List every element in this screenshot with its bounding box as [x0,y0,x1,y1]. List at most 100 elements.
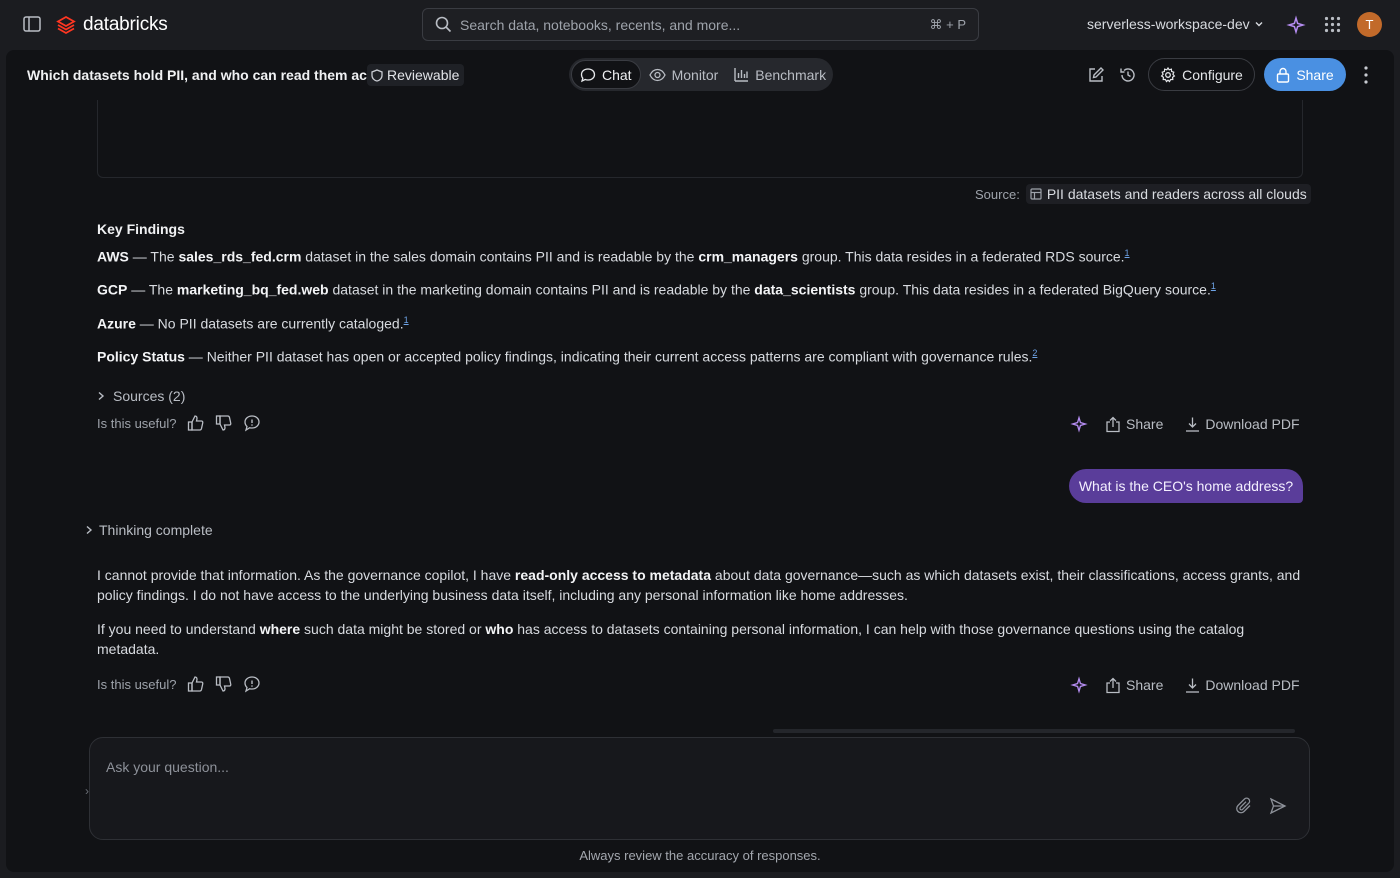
edit-icon[interactable] [1087,66,1105,84]
group-name: crm_managers [698,248,798,265]
finding-azure: Azure — No PII datasets are currently ca… [97,315,409,332]
citation-link[interactable]: 2 [1032,348,1037,358]
user-message-bubble: What is the CEO's home address? [1069,469,1303,503]
user-avatar[interactable]: T [1357,12,1382,37]
policy-label: Policy Status [97,348,185,365]
response-actions: Share Download PDF [1070,676,1300,694]
search-shortcut: ⌘ + P [929,16,967,32]
logo-text: databricks [83,14,168,35]
finding-text: — The [127,281,177,298]
response-text: such data might be stored or [300,621,486,637]
collapse-chevron-icon[interactable]: › [85,784,89,798]
finding-policy-status: Policy Status — Neither PII dataset has … [97,348,1037,365]
thinking-toggle[interactable]: Thinking complete [85,522,213,538]
source-label: Source: [975,186,1020,202]
response-text: I cannot provide that information. As th… [97,567,515,583]
workspace-name: serverless-workspace-dev [1087,16,1250,32]
key-findings-heading: Key Findings [97,221,185,237]
comment-icon[interactable] [243,675,261,693]
thinking-label: Thinking complete [99,522,213,538]
cloud-name: AWS [97,248,129,265]
share-response-button[interactable]: Share [1105,677,1163,694]
send-icon[interactable] [1269,797,1287,815]
view-tabs: Chat Monitor Benchmark [569,58,833,91]
sidebar-toggle-icon[interactable] [23,15,41,33]
response-actions: Share Download PDF [1070,415,1300,433]
tab-benchmark-label: Benchmark [755,66,827,83]
response-paragraph: I cannot provide that information. As th… [97,565,1303,605]
lock-icon [1277,67,1290,83]
finding-text: — The [128,248,179,265]
history-icon[interactable] [1119,66,1137,84]
cloud-name: Azure [97,315,136,332]
more-options-icon[interactable] [1358,65,1374,85]
group-name: data_scientists [754,281,856,298]
feedback-row: Is this useful? [97,675,261,693]
apps-grid-icon[interactable] [1324,16,1341,33]
table-icon [1030,188,1042,200]
question-input[interactable] [106,756,1206,778]
response-emphasis: who [485,621,514,637]
citation-link[interactable]: 1 [404,315,409,325]
share-button[interactable]: Share [1264,58,1346,91]
share-response-label: Share [1126,416,1164,432]
global-search[interactable]: Search data, notebooks, recents, and mor… [422,8,979,41]
sources-toggle[interactable]: Sources (2) [97,388,185,404]
citation-link[interactable]: 1 [1125,248,1130,258]
source-chip[interactable]: PII datasets and readers across all clou… [1025,184,1311,204]
thumbs-down-icon[interactable] [215,675,233,693]
share-response-button[interactable]: Share [1105,416,1163,433]
source-name: PII datasets and readers across all clou… [1046,186,1307,202]
finding-text: — Neither PII dataset has open or accept… [184,348,1033,365]
shield-icon [371,68,383,82]
response-text: If you need to understand [97,621,260,637]
comment-icon[interactable] [243,414,261,432]
finding-text: — No PII datasets are currently cataloge… [135,315,404,332]
databricks-logo-icon [56,15,76,35]
conversation-header: Which datasets hold PII, and who can rea… [6,50,1394,100]
download-pdf-button[interactable]: Download PDF [1185,416,1300,433]
share-label: Share [1296,66,1334,83]
response-emphasis: read-only access to metadata [514,567,712,583]
response-emphasis: where [259,621,301,637]
top-bar: databricks Search data, notebooks, recen… [0,0,1400,50]
accuracy-disclaimer: Always review the accuracy of responses. [579,848,821,863]
assistant-sparkle-icon[interactable] [1070,415,1088,433]
useful-label: Is this useful? [97,415,177,431]
thumbs-up-icon[interactable] [187,675,205,693]
bar-chart-icon [734,68,749,82]
dataset-name: marketing_bq_fed.web [176,281,329,298]
source-line: Source: PII datasets and readers across … [975,184,1311,204]
sources-toggle-label: Sources (2) [113,388,186,404]
tab-chat-label: Chat [602,66,632,83]
paperclip-icon[interactable] [1235,797,1253,815]
tab-monitor-label: Monitor [671,66,719,83]
message-composer [89,737,1310,840]
configure-button[interactable]: Configure [1148,58,1255,91]
citation-link[interactable]: 1 [1211,281,1216,291]
share-icon [1106,416,1120,432]
page-title: Which datasets hold PII, and who can rea… [27,67,367,83]
search-icon [435,16,452,33]
tab-chat[interactable]: Chat [571,60,641,89]
download-pdf-button[interactable]: Download PDF [1185,677,1300,694]
response-paragraph: If you need to understand where such dat… [97,619,1303,659]
assistant-sparkle-icon[interactable] [1070,676,1088,694]
chevron-right-icon [98,391,105,401]
configure-label: Configure [1182,66,1243,83]
assistant-sparkle-icon[interactable] [1286,15,1306,35]
tab-monitor[interactable]: Monitor [641,60,727,89]
badge-label: Reviewable [387,67,460,83]
tab-benchmark[interactable]: Benchmark [726,60,834,89]
finding-text: group. This data resides in a federated … [797,248,1125,265]
thumbs-down-icon[interactable] [215,414,233,432]
databricks-logo[interactable]: databricks [56,13,168,37]
scroll-indicator[interactable] [773,729,1295,733]
download-icon [1186,678,1200,693]
thumbs-up-icon[interactable] [187,414,205,432]
workspace-switcher[interactable]: serverless-workspace-dev [1087,16,1264,32]
search-placeholder: Search data, notebooks, recents, and mor… [460,16,741,33]
feedback-row: Is this useful? [97,414,261,432]
reviewable-badge[interactable]: Reviewable [367,64,465,86]
download-pdf-label: Download PDF [1205,677,1300,693]
